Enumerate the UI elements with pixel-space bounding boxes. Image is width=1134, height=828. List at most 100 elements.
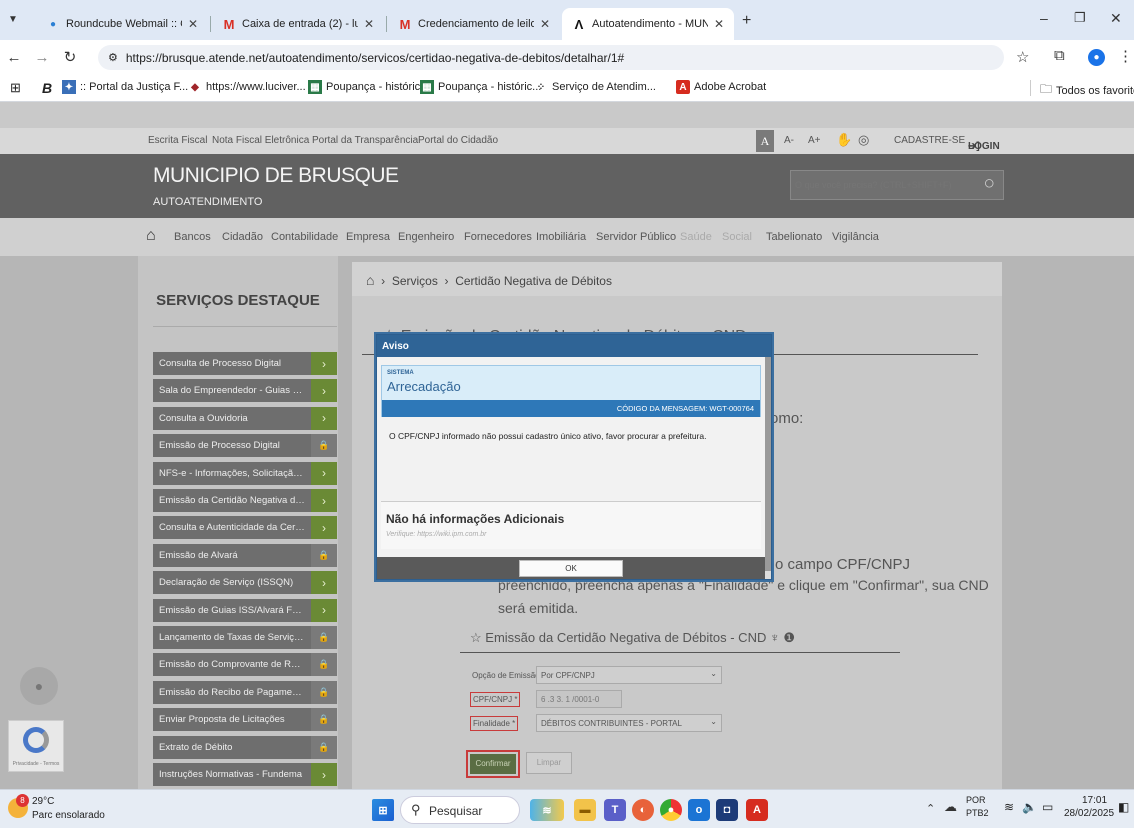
sidebar-item[interactable]: Declaração de Serviço (ISSQN) ›	[153, 571, 337, 595]
sidebar-item[interactable]: Lançamento de Taxas de Serviços / Re... 🔒	[153, 626, 337, 649]
tab-credenciamento[interactable]: M Credenciamento de leiloeiro - I ✕	[388, 8, 560, 40]
nav-vigilancia[interactable]: Vigilância	[832, 231, 879, 243]
clear-button[interactable]: Limpar	[526, 752, 572, 774]
option-select[interactable]: Por CPF/CNPJ ⌄	[536, 666, 722, 684]
nav-saude[interactable]: Saúde	[680, 231, 712, 243]
forward-icon[interactable]: →	[28, 49, 56, 66]
dialog-scrollbar-thumb[interactable]	[765, 357, 771, 571]
privacy-terms[interactable]: Privacidade - Termos	[9, 761, 63, 767]
reload-icon[interactable]: ↻	[56, 48, 84, 66]
volume-icon[interactable]: 🔈	[1022, 800, 1037, 814]
sidebar-item[interactable]: Emissão do Recibo de Pagamento 🔒	[153, 680, 337, 704]
site-title[interactable]: MUNICIPIO DE BRUSQUE	[153, 164, 399, 188]
purpose-select[interactable]: DÉBITOS CONTRIBUINTES - PORTAL ⌄	[536, 714, 722, 732]
sidebar-item[interactable]: Emissão da Certidão Negativa de Débi... ›	[153, 489, 337, 512]
language-1[interactable]: POR	[966, 795, 986, 805]
close-window-icon[interactable]: ✕	[1110, 10, 1122, 27]
font-decrease-button[interactable]: A-	[784, 135, 794, 146]
tab-list-icon[interactable]: ▼	[8, 14, 18, 25]
close-tab-icon[interactable]: ✕	[540, 17, 550, 31]
nav-tabelionato[interactable]: Tabelionato	[766, 231, 822, 243]
sidebar-item[interactable]: Consulta a Ouvidoria ›	[153, 406, 337, 430]
tray-chevron-icon[interactable]: ⌃	[926, 802, 935, 815]
taskbar-search[interactable]: ⚲ Pesquisar	[400, 796, 520, 824]
nav-imobiliaria[interactable]: Imobiliária	[536, 231, 586, 243]
language-2[interactable]: PTB2	[966, 808, 989, 818]
home-breadcrumb-icon[interactable]: ⌂	[366, 272, 374, 288]
bookmark-poupanca-1[interactable]: ▦ Poupança - históric...	[308, 80, 429, 94]
site-search-input[interactable]	[795, 177, 965, 193]
bookmark-luciver[interactable]: ◆ https://www.luciver...	[188, 80, 306, 94]
home-icon[interactable]: ⌂	[146, 227, 156, 245]
clock-date[interactable]: 28/02/2025	[1064, 808, 1114, 819]
app-dark-icon[interactable]: ◘	[716, 799, 738, 821]
acrobat-icon[interactable]: A	[746, 799, 768, 821]
weather-widget[interactable]: 8 29°C Parc ensolarado	[8, 794, 118, 826]
file-explorer-icon[interactable]: ▬	[574, 799, 596, 821]
bookmark-portal-justica[interactable]: ✦ :: Portal da Justiça F...	[62, 80, 188, 94]
link-nota-fiscal[interactable]: Nota Fiscal Eletrônica	[212, 135, 309, 146]
sidebar-item[interactable]: Consulta de Processo Digital ›	[153, 352, 337, 375]
link-escrita-fiscal[interactable]: Escrita Fiscal	[148, 135, 207, 146]
windows-start-icon[interactable]: ⊞	[372, 799, 394, 821]
outlook-icon[interactable]: o	[688, 799, 710, 821]
sidebar-item[interactable]: Enviar Proposta de Licitações 🔒	[153, 708, 337, 732]
widgets-icon[interactable]: ≋	[530, 799, 564, 821]
sidebar-item[interactable]: Sala do Empreendedor - Guias MEI ›	[153, 379, 337, 403]
nav-cidadao[interactable]: Cidadão	[222, 231, 263, 243]
bookmark-b-icon[interactable]: B	[42, 80, 52, 96]
clock-time[interactable]: 17:01	[1082, 795, 1107, 806]
menu-icon[interactable]: ⋮	[1118, 47, 1133, 65]
nav-social[interactable]: Social	[722, 231, 752, 243]
nav-engenheiro[interactable]: Engenheiro	[398, 231, 454, 243]
all-bookmarks[interactable]: 🗀 Todos os favoritos	[1040, 80, 1134, 101]
close-tab-icon[interactable]: ✕	[188, 17, 198, 31]
ok-button[interactable]: OK	[519, 560, 623, 577]
tab-roundcube[interactable]: ● Roundcube Webmail :: Criar em ✕	[36, 8, 208, 40]
onedrive-icon[interactable]: ☁	[944, 799, 957, 815]
cookie-icon[interactable]: ●	[20, 667, 58, 705]
sidebar-item[interactable]: Emissão de Alvará 🔒	[153, 543, 337, 567]
nav-bancos[interactable]: Bancos	[174, 231, 211, 243]
link-portal-transparencia[interactable]: Portal da Transparência	[312, 135, 418, 146]
sidebar-item[interactable]: Consulta e Autenticidade da Certidão ...…	[153, 516, 337, 540]
close-tab-icon[interactable]: ✕	[714, 17, 724, 31]
close-tab-icon[interactable]: ✕	[364, 17, 374, 31]
extra-info-link[interactable]: Verifique: https://wiki.ipm.com.br	[386, 531, 487, 538]
sidebar-item[interactable]: Extrato de Débito 🔒	[153, 735, 337, 759]
restore-icon[interactable]: ❐	[1074, 10, 1086, 26]
minimize-icon[interactable]: –	[1040, 10, 1048, 26]
site-search[interactable]: ○	[790, 170, 1004, 200]
tab-gmail[interactable]: M Caixa de entrada (2) - luciverar ✕	[212, 8, 384, 40]
star-icon[interactable]: ☆	[470, 630, 482, 645]
nav-fornecedores[interactable]: Fornecedores	[464, 231, 532, 243]
edge-like-icon[interactable]: ◐	[632, 799, 654, 821]
battery-icon[interactable]: ▭	[1042, 800, 1053, 814]
sidebar-item[interactable]: NFS-e - Informações, Solicitação, Canc..…	[153, 461, 337, 485]
info-icon[interactable]: ❶	[783, 630, 795, 645]
accessibility-hand-icon[interactable]: ✋	[836, 132, 852, 148]
apps-icon[interactable]: ⊞	[10, 80, 21, 96]
bookmark-servico-atendimento[interactable]: ⁘ Serviço de Atendim...	[534, 80, 656, 94]
notifications-icon[interactable]: ◧	[1118, 800, 1129, 814]
cpf-input[interactable]: 6 .3 3. 1 /0001-0	[536, 690, 622, 708]
teams-icon[interactable]: T	[604, 799, 626, 821]
site-info-icon[interactable]: ⚙	[108, 51, 118, 64]
back-icon[interactable]: ←	[0, 49, 28, 66]
recaptcha-badge[interactable]: Privacidade - Termos	[8, 720, 64, 772]
nav-empresa[interactable]: Empresa	[346, 231, 390, 243]
wifi-icon[interactable]: ≋	[1004, 800, 1014, 814]
link-portal-cidadao[interactable]: Portal do Cidadão	[418, 135, 498, 146]
sidebar-item[interactable]: Emissão de Guias ISS/Alvará Funciona... ›	[153, 598, 337, 622]
sidebar-item[interactable]: Emissão de Processo Digital 🔒	[153, 434, 337, 458]
search-icon[interactable]: ○	[984, 173, 995, 195]
profile-avatar[interactable]: ●	[1088, 49, 1105, 66]
sidebar-item[interactable]: Emissão do Comprovante de Rendime... 🔒	[153, 653, 337, 677]
bookmark-poupanca-2[interactable]: ▦ Poupança - históric...	[420, 80, 541, 94]
new-tab-icon[interactable]: +	[742, 12, 751, 30]
nav-contabilidade[interactable]: Contabilidade	[271, 231, 338, 243]
sidebar-item[interactable]: Instruções Normativas - Fundema ›	[153, 763, 337, 786]
register-link[interactable]: CADASTRE-SE	[894, 135, 965, 146]
nav-servidor-publico[interactable]: Servidor Público	[596, 231, 676, 243]
dialog-scrollbar[interactable]	[765, 357, 771, 579]
